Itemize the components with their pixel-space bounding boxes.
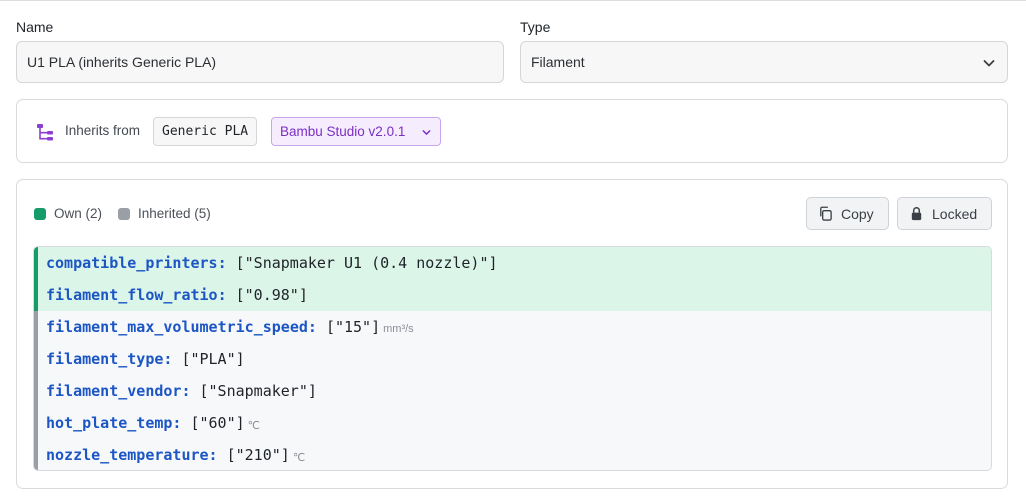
- property-key: filament_type:: [46, 350, 173, 368]
- locked-label: Locked: [932, 205, 978, 222]
- property-row: filament_vendor: ["Snapmaker"]: [34, 375, 991, 407]
- property-unit: ℃: [292, 451, 306, 464]
- type-select[interactable]: Filament: [520, 41, 1008, 83]
- legend-inherited: Inherited (5): [118, 206, 211, 221]
- type-label: Type: [520, 19, 551, 35]
- property-value: ["210"]: [226, 446, 290, 464]
- legend-own-label: Own (2): [54, 206, 103, 221]
- property-value: ["Snapmaker"]: [199, 382, 317, 400]
- property-value: ["PLA"]: [181, 350, 245, 368]
- version-dropdown[interactable]: Bambu Studio v2.0.1: [271, 117, 441, 146]
- properties-card: Own (2) Inherited (5) Copy Locked compat…: [16, 179, 1008, 489]
- property-value: ["15"]: [325, 318, 381, 336]
- property-key: nozzle_temperature:: [46, 446, 218, 464]
- legend: Own (2) Inherited (5): [34, 206, 227, 221]
- property-key: filament_vendor:: [46, 382, 191, 400]
- legend-own: Own (2): [34, 206, 102, 221]
- legend-inherited-label: Inherited (5): [138, 206, 211, 221]
- property-unit: ℃: [247, 419, 261, 432]
- property-row: compatible_printers: ["Snapmaker U1 (0.4…: [34, 247, 991, 279]
- name-input[interactable]: [16, 41, 504, 83]
- property-value: ["60"]: [190, 414, 245, 432]
- inherits-from-label: Inherits from: [65, 123, 141, 138]
- inherited-dot: [118, 207, 131, 220]
- property-key: compatible_printers:: [46, 254, 227, 272]
- type-select-value: Filament: [531, 54, 585, 70]
- locked-button[interactable]: Locked: [897, 197, 992, 230]
- property-row: hot_plate_temp: ["60"] ℃: [34, 407, 991, 439]
- property-unit: mm³/s: [383, 323, 414, 335]
- inheritance-card: Inherits from Generic PLA Bambu Studio v…: [16, 99, 1008, 163]
- property-row: nozzle_temperature: ["210"] ℃: [34, 439, 991, 470]
- property-key: filament_flow_ratio:: [46, 286, 227, 304]
- property-value: ["Snapmaker U1 (0.4 nozzle)"]: [235, 254, 498, 272]
- copy-icon: [820, 206, 832, 221]
- top-divider: [0, 0, 1026, 1]
- own-dot: [34, 207, 46, 220]
- chevron-down-icon: [422, 130, 431, 135]
- copy-label: Copy: [841, 205, 874, 222]
- parent-profile-chip[interactable]: Generic PLA: [153, 117, 258, 146]
- property-row: filament_max_volumetric_speed: ["15"] mm…: [34, 311, 991, 343]
- property-key: filament_max_volumetric_speed:: [46, 318, 317, 336]
- property-value: ["0.98"]: [235, 286, 308, 304]
- lock-icon: [911, 207, 922, 221]
- chevron-down-icon: [983, 60, 995, 67]
- version-label: Bambu Studio v2.0.1: [280, 124, 406, 139]
- property-row: filament_type: ["PLA"]: [34, 343, 991, 375]
- property-row: filament_flow_ratio: ["0.98"]: [34, 279, 991, 311]
- name-label: Name: [16, 19, 54, 35]
- property-key: hot_plate_temp:: [46, 414, 182, 432]
- properties-code-panel: compatible_printers: ["Snapmaker U1 (0.4…: [33, 246, 992, 471]
- hierarchy-tree-icon: [37, 124, 53, 141]
- copy-button[interactable]: Copy: [806, 197, 889, 230]
